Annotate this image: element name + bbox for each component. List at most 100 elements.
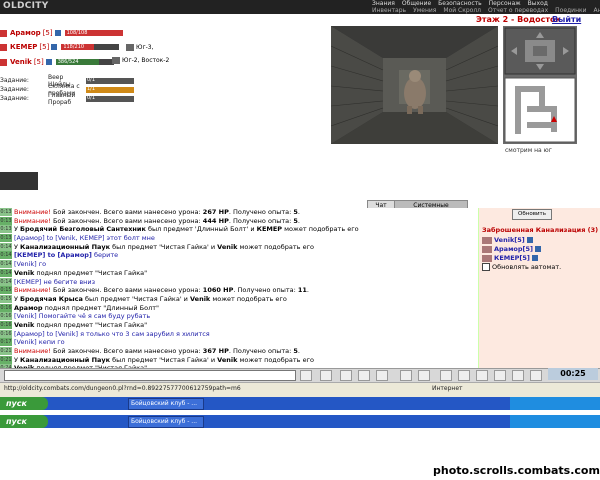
room-occupant[interactable]: Venik[5] bbox=[482, 236, 533, 244]
dungeon-view[interactable] bbox=[331, 26, 498, 144]
chat-message[interactable]: 0:21 Внимание! Бой закончен. Всего вами н… bbox=[0, 347, 478, 356]
nav-link[interactable]: Отчет о переводах bbox=[488, 7, 548, 14]
chat-toolbar-button[interactable] bbox=[440, 370, 452, 381]
nav-link[interactable]: Умения bbox=[413, 7, 436, 14]
info-icon[interactable] bbox=[534, 246, 541, 252]
message-time[interactable]: 0:13 bbox=[0, 216, 12, 225]
auto-refresh-checkbox[interactable] bbox=[482, 263, 490, 271]
nav-link[interactable]: Знания bbox=[372, 0, 395, 7]
chat-toolbar-button[interactable] bbox=[418, 370, 430, 381]
chat-message[interactable]: 0:16 [Арамор] to [Venik] я только что 3 с… bbox=[0, 329, 478, 339]
message-time[interactable]: 0:14 bbox=[0, 260, 12, 269]
message-fragment: Бой закончен. Всего вами нанесено урона: bbox=[50, 208, 203, 216]
info-icon[interactable] bbox=[51, 44, 58, 50]
info-icon[interactable] bbox=[531, 255, 538, 261]
message-time[interactable]: 0:14 bbox=[0, 268, 12, 277]
quest-item[interactable]: Задание: Главный Прораб 0/1 bbox=[0, 92, 134, 106]
watermark: photo.scrolls.combats.com bbox=[433, 464, 600, 477]
message-fragment: Venik bbox=[189, 294, 211, 303]
info-icon[interactable] bbox=[45, 59, 52, 65]
chat-toolbar-button[interactable] bbox=[476, 370, 488, 381]
chat-log[interactable]: 0:13 Внимание! Бой закончен. Всего вами н… bbox=[0, 208, 478, 368]
room-occupant[interactable]: КЕМЕР[5] bbox=[482, 254, 538, 262]
nav-link[interactable]: Выход bbox=[528, 0, 548, 7]
message-text: [Арамор] to [Venik, КЕМЕР] этот болт мне bbox=[14, 234, 155, 243]
party-member[interactable]: КЕМЕР [5] 118/210 bbox=[0, 42, 120, 52]
chat-message[interactable]: 0:15 Внимание! Бой закончен. Всего вами н… bbox=[0, 286, 478, 295]
message-time[interactable]: 0:13 bbox=[0, 208, 12, 216]
auto-refresh-toggle[interactable]: Обновлять автомат. bbox=[482, 263, 561, 271]
chat-toolbar-button[interactable] bbox=[400, 370, 412, 381]
message-time[interactable]: 0:16 bbox=[0, 312, 12, 321]
nav-link[interactable]: Анкета bbox=[594, 7, 600, 14]
chat-message[interactable]: 0:13 Внимание! Бой закончен. Всего вами н… bbox=[0, 208, 478, 217]
chat-message[interactable]: 0:13 [Арамор] to [Venik, КЕМЕР] этот болт… bbox=[0, 234, 478, 243]
chat-message[interactable]: 0:14 [Venik] го bbox=[0, 260, 478, 269]
quest-progress-bar: 1/1 bbox=[86, 85, 134, 93]
info-icon[interactable] bbox=[54, 30, 61, 36]
nav-link[interactable]: Безопасность bbox=[438, 0, 482, 7]
message-time[interactable]: 0:15 bbox=[0, 286, 12, 295]
chat-toolbar-button[interactable] bbox=[530, 370, 542, 381]
message-fragment: Арамор bbox=[14, 303, 43, 312]
start-button[interactable]: пуск bbox=[0, 397, 48, 410]
message-time[interactable]: 0:17 bbox=[0, 338, 12, 347]
chat-message[interactable]: 0:14 У Канализационный Паук был предмет '… bbox=[0, 242, 478, 252]
chat-message[interactable]: 0:13 У Бродячий Безголовый Сантехник был … bbox=[0, 225, 478, 234]
refresh-button[interactable]: Обновить bbox=[512, 209, 552, 220]
nav-link[interactable]: Инвентарь bbox=[372, 7, 406, 14]
chat-toolbar-button[interactable] bbox=[358, 370, 370, 381]
message-time[interactable]: 0:15 bbox=[0, 294, 12, 303]
message-time[interactable]: 0:21 bbox=[0, 355, 12, 364]
quest-count: 1/1 bbox=[87, 85, 96, 92]
chat-message[interactable]: 0:17 [Venik] кепи го bbox=[0, 338, 478, 347]
exit-link[interactable]: Выйти bbox=[552, 15, 581, 24]
message-time[interactable]: 0:16 bbox=[0, 320, 12, 329]
taskbar-item-browser[interactable]: Бойцовский клуб - ... bbox=[128, 398, 204, 410]
chat-toolbar-button[interactable] bbox=[320, 370, 332, 381]
chat-toolbar-button[interactable] bbox=[512, 370, 524, 381]
member-name: Арамор bbox=[10, 29, 41, 37]
chat-message[interactable]: 0:13 Внимание! Бой закончен. Всего вами н… bbox=[0, 216, 478, 226]
chat-toolbar-button[interactable] bbox=[300, 370, 312, 381]
chat-toolbar-button[interactable] bbox=[340, 370, 352, 381]
quest-progress-bar: 0/1 bbox=[86, 77, 134, 84]
player-position-aramor: Юг-3, bbox=[126, 44, 154, 51]
taskbar-item-browser[interactable]: Бойцовский клуб - ... bbox=[128, 416, 204, 428]
message-fragment: был предмет 'Чистая Гайка' и bbox=[110, 242, 218, 251]
message-time[interactable]: 0:13 bbox=[0, 225, 12, 234]
chat-message[interactable]: 0:16 Арамор поднял предмет "Длинный Болт" bbox=[0, 303, 478, 313]
party-member[interactable]: Арамор [5] 108/108 bbox=[0, 28, 123, 38]
message-time[interactable]: 0:14 bbox=[0, 242, 12, 251]
room-occupant[interactable]: Арамор[5] bbox=[482, 245, 541, 253]
chat-message[interactable]: 0:14 Venik поднял предмет "Чистая Гайка" bbox=[0, 268, 478, 278]
nav-link[interactable]: Поединки bbox=[555, 7, 586, 14]
message-fragment: Бой закончен. Всего вами нанесено урона: bbox=[50, 286, 203, 295]
chat-message[interactable]: 0:16 [Venik] Помогайте чё я сам буду руба… bbox=[0, 312, 478, 321]
nav-link[interactable]: Мой Скролл bbox=[443, 7, 481, 14]
chat-message[interactable]: 0:14 [КЕМЕР] не бегите вниз bbox=[0, 277, 478, 287]
chat-toolbar-button[interactable] bbox=[494, 370, 506, 381]
nav-link[interactable]: Общение bbox=[402, 0, 431, 7]
nav-link[interactable]: Персонаж bbox=[489, 0, 521, 7]
message-time[interactable]: 0:21 bbox=[0, 347, 12, 355]
chat-input[interactable] bbox=[4, 370, 296, 381]
message-time[interactable]: 0:13 bbox=[0, 234, 12, 243]
message-fragment: to [Venik] я только что 3 сам зарубил я … bbox=[44, 329, 210, 338]
start-button[interactable]: пуск bbox=[0, 415, 48, 428]
chat-toolbar-button[interactable] bbox=[458, 370, 470, 381]
chat-message[interactable]: 0:21 У Канализационный Паук был предмет '… bbox=[0, 355, 478, 365]
chat-toolbar-button[interactable] bbox=[376, 370, 388, 381]
message-text: Внимание! Бой закончен. Всего вами нанес… bbox=[14, 208, 300, 217]
chat-message[interactable]: 0:14 [КЕМЕР] to [Арамор] берите bbox=[0, 251, 478, 260]
dungeon-map[interactable] bbox=[503, 26, 577, 144]
message-text: [Venik] Помогайте чё я сам буду рубать bbox=[14, 312, 150, 321]
party-member[interactable]: Venik [5] 386/524 bbox=[0, 57, 114, 67]
chat-message[interactable]: 0:16 Venik поднял предмет "Чистая Гайка" bbox=[0, 320, 478, 330]
message-time[interactable]: 0:14 bbox=[0, 277, 12, 286]
info-icon[interactable] bbox=[526, 237, 533, 243]
message-time[interactable]: 0:14 bbox=[0, 251, 12, 260]
message-time[interactable]: 0:16 bbox=[0, 303, 12, 312]
message-time[interactable]: 0:16 bbox=[0, 329, 12, 338]
chat-message[interactable]: 0:15 У Бродячая Крыса был предмет 'Чистая… bbox=[0, 294, 478, 304]
